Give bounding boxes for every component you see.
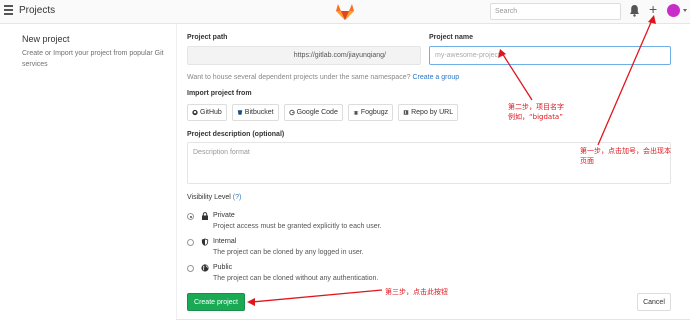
annotation-step2-line1: 第二步，项目名字: [508, 103, 564, 111]
git-icon: [403, 110, 409, 115]
lock-icon: [202, 212, 208, 220]
public-radio[interactable]: [187, 265, 194, 272]
import-github-label: GitHub: [200, 109, 222, 116]
visibility-label-text: Visibility Level: [187, 194, 231, 201]
avatar[interactable]: [667, 4, 680, 17]
annotation-step3: 第三步，点击此按钮: [385, 288, 448, 296]
private-label: Private: [213, 212, 235, 219]
description-label: Project description (optional): [187, 131, 285, 138]
cancel-button[interactable]: Cancel: [637, 293, 671, 311]
arrow-step3-head: [247, 298, 255, 306]
top-navbar: Projects Search +: [0, 0, 690, 24]
import-label: Import project from: [187, 90, 252, 97]
import-google-code-button[interactable]: Google Code: [283, 104, 343, 121]
private-radio[interactable]: [187, 213, 194, 220]
bug-icon: [353, 110, 359, 115]
private-description: Project access must be granted explicitl…: [213, 223, 382, 230]
project-name-label: Project name: [429, 34, 473, 41]
public-label: Public: [213, 264, 233, 271]
import-fogbugz-button[interactable]: Fogbugz: [347, 104, 394, 121]
annotation-step1-line1: 第一步，点击加号，会出现本: [580, 147, 671, 155]
internal-label: Internal: [213, 238, 237, 245]
annotation-step2-line2: 例如，“bigdata”: [508, 113, 563, 121]
internal-radio[interactable]: [187, 239, 194, 246]
project-path-field: https://gitlab.com/jiayunqiang/: [187, 46, 421, 65]
create-project-button[interactable]: Create project: [187, 293, 245, 311]
import-fogbugz-label: Fogbugz: [360, 109, 389, 116]
annotation-step1: 第一步，点击加号，会出现本 页面: [580, 146, 671, 166]
import-bitbucket-label: Bitbucket: [244, 109, 274, 116]
column-divider: [176, 24, 177, 320]
footer-divider: [176, 319, 690, 320]
visibility-label: Visibility Level (?): [187, 194, 241, 201]
project-name-input[interactable]: my-awesome-project: [429, 46, 671, 65]
page-title: Projects: [19, 5, 56, 16]
gitlab-tanuki-icon[interactable]: [335, 3, 355, 21]
section-description: Create or Import your project from popul…: [22, 50, 164, 68]
import-repo-url-button[interactable]: Repo by URL: [398, 104, 459, 121]
globe-icon: [201, 264, 209, 272]
namespace-hint: Want to house several dependent projects…: [187, 74, 459, 81]
import-bitbucket-button[interactable]: Bitbucket: [231, 104, 279, 121]
section-title: New project: [22, 34, 70, 44]
arrow-step3: [251, 289, 383, 303]
visibility-help-link[interactable]: (?): [233, 194, 242, 201]
search-input[interactable]: Search: [490, 3, 621, 20]
import-google-code-label: Google Code: [296, 109, 338, 116]
import-github-button[interactable]: GitHub: [187, 104, 227, 121]
google-icon: [288, 109, 295, 116]
import-button-group: GitHub Bitbucket Google Code Fogbugz Rep…: [187, 104, 463, 121]
project-path-label: Project path: [187, 34, 228, 41]
namespace-hint-text: Want to house several dependent projects…: [187, 74, 411, 81]
shield-icon: [201, 238, 209, 246]
hamburger-icon[interactable]: [4, 5, 13, 17]
annotation-step1-line2: 页面: [580, 157, 594, 165]
arrow-step1: [597, 19, 653, 146]
annotation-step2: 第二步，项目名字 例如，“bigdata”: [508, 102, 564, 122]
public-description: The project can be cloned without any au…: [213, 275, 379, 282]
chevron-down-icon[interactable]: [683, 9, 687, 12]
import-repo-url-label: Repo by URL: [411, 109, 454, 116]
create-group-link[interactable]: Create a group: [412, 74, 459, 81]
plus-icon[interactable]: +: [649, 2, 657, 16]
bitbucket-icon: [237, 110, 243, 115]
bell-icon[interactable]: [629, 4, 640, 17]
github-icon: [192, 109, 198, 116]
internal-description: The project can be cloned by any logged …: [213, 249, 364, 256]
